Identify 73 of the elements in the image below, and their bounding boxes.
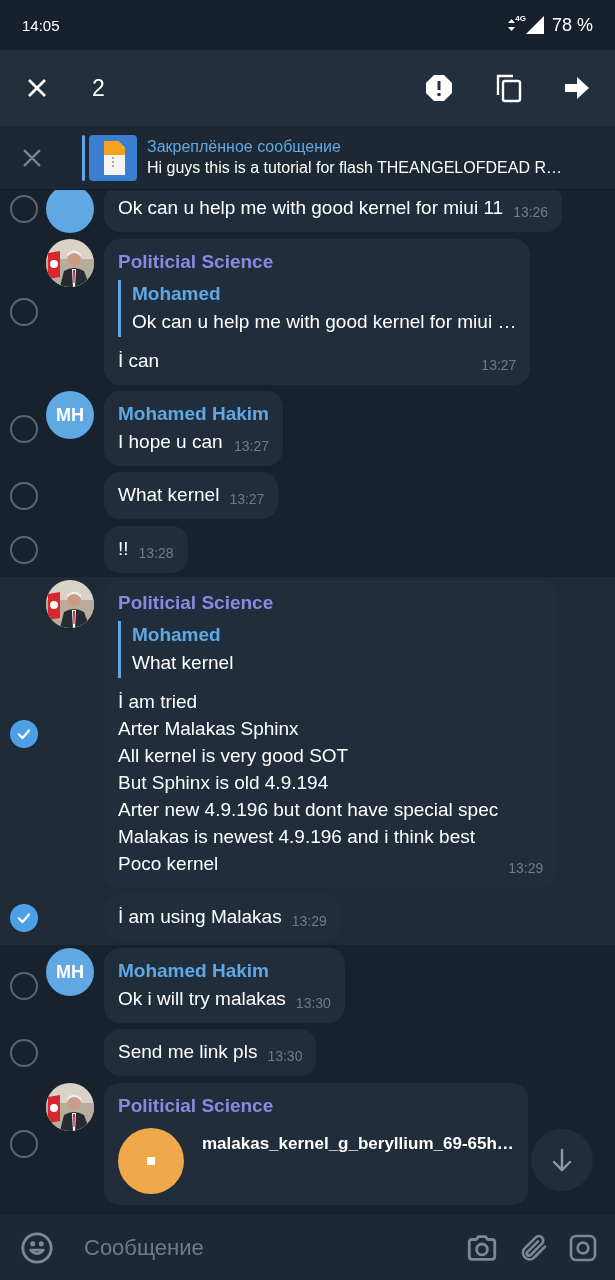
select-checkbox[interactable]: [10, 536, 38, 564]
message-text: What kernel: [118, 483, 220, 507]
check-icon: [16, 726, 32, 742]
sender-name: Politicial Science: [118, 250, 275, 274]
message-time: 13:27: [232, 437, 269, 455]
select-checkbox[interactable]: [10, 414, 38, 443]
report-icon: [425, 74, 453, 102]
message-time: 13:30: [266, 1047, 303, 1065]
select-checkbox[interactable]: [10, 1130, 38, 1158]
selected-message-row[interactable]: [0, 577, 615, 891]
status-time: 14:05: [22, 16, 61, 34]
smiley-icon[interactable]: [20, 1230, 54, 1265]
data-arrows-icon: [508, 19, 516, 31]
select-checkbox[interactable]: [10, 971, 38, 1000]
message-text: !!: [118, 537, 129, 561]
network-type: 4G: [515, 14, 526, 23]
message-text: Ok i will try malakas: [118, 987, 286, 1011]
message-bubble[interactable]: [104, 580, 558, 888]
message-input-bar[interactable]: Сообщение: [0, 1215, 615, 1280]
signal-icon: [525, 16, 544, 34]
reply-text: What kernel: [132, 651, 235, 675]
message-bubble[interactable]: Ok can u help me with good kernel for miui 11 13:26: [104, 190, 563, 232]
close-icon: [26, 77, 48, 99]
message-time: 13:29: [290, 912, 327, 930]
select-checkbox[interactable]: [10, 1039, 38, 1067]
select-checkbox[interactable]: [10, 720, 38, 748]
pinned-text: Hi guys this is a tutorial for flash THEANGELOFDEAD R…: [147, 159, 562, 177]
zip-file-icon: [89, 134, 137, 181]
message-text: I hope u can: [118, 430, 223, 454]
selected-count: 2: [92, 74, 106, 102]
select-checkbox[interactable]: [10, 298, 38, 326]
sender-name: Politicial Science: [118, 591, 275, 615]
message-input[interactable]: Сообщение: [82, 1233, 447, 1262]
message-time: 13:30: [294, 994, 331, 1012]
message-bubble[interactable]: İ am using Malakas 13:29: [104, 894, 341, 941]
forward-arrow-icon: [565, 77, 589, 99]
message-time: 13:29: [507, 859, 544, 877]
pinned-title: Закреплённое сообщение: [147, 138, 342, 156]
reply-author: Mohamed: [132, 282, 222, 306]
message-bubble[interactable]: Politicial Science Mohamed Ok can u help me with good kernel for miui … İ can 13:27: [104, 239, 531, 385]
battery-level: 78 %: [551, 14, 593, 36]
message-bubble[interactable]: Politicial Science malakas_kernel_g_beryllium_69-65h…: [104, 1083, 528, 1205]
close-icon: [22, 147, 42, 168]
message-bubble[interactable]: Mohamed Hakim Ok i will try malakas 13:30: [104, 948, 345, 1023]
message-bubble[interactable]: What kernel 13:27: [104, 472, 279, 519]
reply-text: Ok can u help me with good kernel for miui …: [132, 310, 517, 334]
pinned-message-bar[interactable]: Закреплённое сообщение Hi guys this is a tutorial for flash THEANGELOFDEAD R…: [0, 126, 615, 190]
message-bubble[interactable]: Send me link pls 13:30: [104, 1029, 317, 1076]
message-bubble[interactable]: Mohamed Hakim I hope u can 13:27: [104, 391, 283, 466]
reply-quote[interactable]: Mohamed Ok can u help me with good kernel for miui …: [118, 280, 517, 337]
reply-author: Mohamed: [132, 623, 222, 647]
message-text: Send me link pls: [118, 1040, 258, 1064]
avatar[interactable]: [46, 190, 94, 233]
select-checkbox[interactable]: [10, 482, 38, 510]
reply-quote[interactable]: Mohamed What kernel: [118, 621, 544, 678]
message-bubble[interactable]: !! 13:28: [104, 526, 188, 573]
message-text: Ok can u help me with good kernel for miui 11: [118, 196, 504, 220]
sender-name: Politicial Science: [118, 1094, 275, 1118]
select-checkbox[interactable]: [10, 904, 38, 932]
selected-message-row[interactable]: İ am using Malakas 13:29: [0, 891, 615, 945]
message-text: İ can: [118, 349, 160, 373]
check-icon: [16, 910, 32, 926]
message-text: İ am using Malakas: [118, 905, 282, 929]
select-checkbox[interactable]: [10, 195, 38, 223]
sender-name: Mohamed Hakim: [118, 959, 270, 983]
message-time: 13:27: [480, 356, 517, 374]
copy-icon: [495, 73, 523, 103]
message-time: 13:26: [512, 203, 549, 221]
file-name: malakas_kernel_g_beryllium_69-65h…: [202, 1134, 514, 1154]
message-time: 13:27: [228, 490, 265, 508]
message-time: 13:28: [137, 544, 174, 562]
sender-name: Mohamed Hakim: [118, 402, 269, 426]
message-text: İ am tried Arter Malakas Sphinx All kernel is very good SOT But Sphinx is old 4.9.194 Arter new 4.9.196 but dont have special spec Malakas is newest 4.9.196 and i think best Poco kernel: [118, 690, 499, 876]
